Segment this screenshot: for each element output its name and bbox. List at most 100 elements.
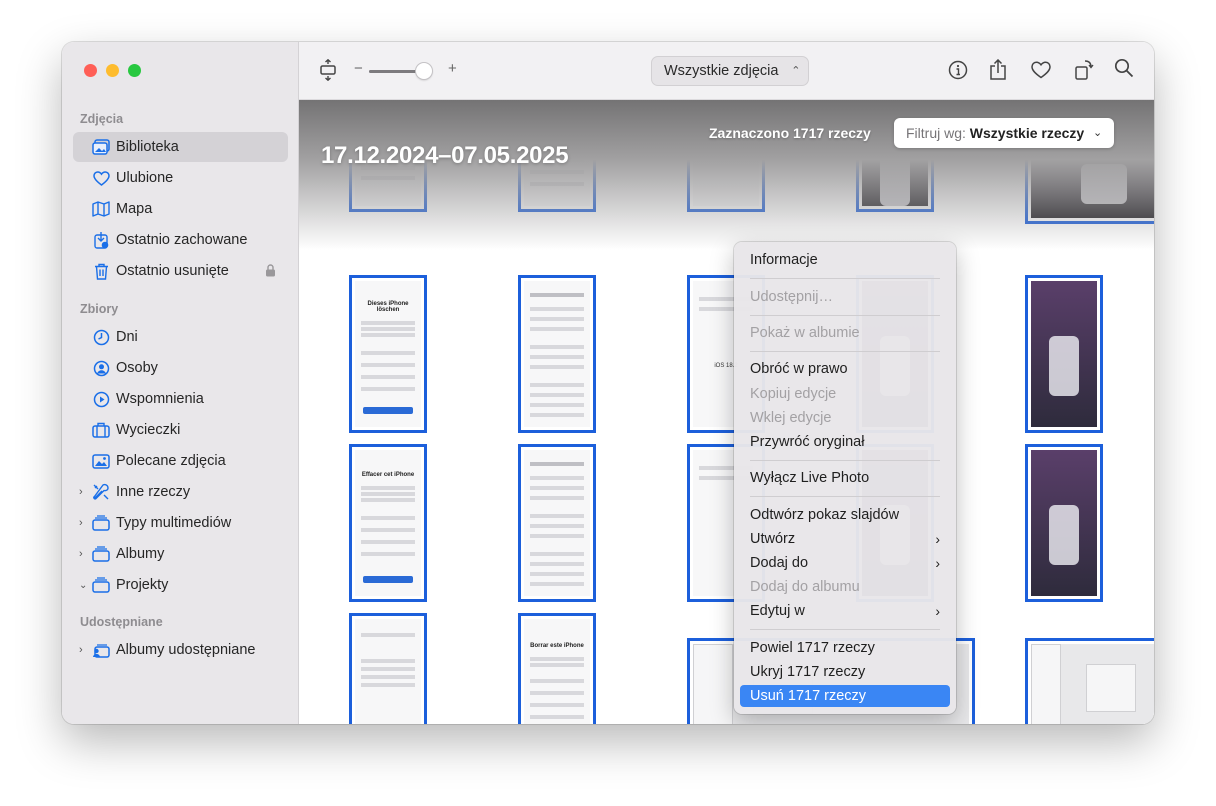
photo-thumbnail[interactable] [1025, 638, 1154, 724]
window-controls [84, 64, 141, 77]
zoom-slider-knob[interactable] [416, 63, 432, 79]
sidebar-item-label: Mapa [116, 201, 153, 217]
lock-icon [265, 264, 276, 281]
photo-thumbnail[interactable] [518, 444, 596, 602]
menu-item-label: Utwórz [750, 531, 796, 547]
menu-item-delete[interactable]: Usuń 1717 rzeczy [740, 685, 950, 707]
menu-item-show-in-album: Pokaż w albumie [750, 325, 860, 341]
zoom-in-button[interactable]: + [448, 60, 457, 77]
menu-item-label: Edytuj w [750, 603, 805, 619]
photo-library-icon [91, 137, 111, 157]
chevron-right-icon[interactable]: › [79, 517, 89, 529]
stack-folder-icon [91, 544, 111, 564]
section-shared: Udostępniane [80, 615, 163, 629]
sidebar-item-trips[interactable]: Wycieczki [73, 415, 288, 445]
minimize-window-button[interactable] [106, 64, 119, 77]
chevron-right-icon[interactable]: › [79, 486, 89, 498]
menu-item-info[interactable]: Informacje [740, 249, 950, 271]
thumbnail-heading: Effacer cet iPhone [361, 472, 415, 478]
photo-thumbnail[interactable]: Effacer cet iPhone [349, 444, 427, 602]
menu-separator [750, 351, 940, 352]
photo-thumbnail[interactable] [1025, 444, 1103, 602]
recently-saved-icon [91, 230, 111, 250]
thumbnail-heading: Dieses iPhone löschen [367, 301, 409, 313]
menu-item-disable-live-photo[interactable]: Wyłącz Live Photo [740, 467, 950, 489]
menu-item-rotate-right[interactable]: Obróć w prawo [740, 358, 950, 380]
sidebar-item-map[interactable]: Mapa [73, 194, 288, 224]
person-circle-icon [91, 358, 111, 378]
sidebar-item-memories[interactable]: Wspomnienia [73, 384, 288, 414]
sidebar-item-label: Dni [116, 329, 138, 345]
memories-play-icon [91, 389, 111, 409]
sidebar-item-label: Ostatnio zachowane [116, 232, 248, 248]
sidebar-item-people[interactable]: Osoby [73, 353, 288, 383]
favorite-button[interactable] [1029, 58, 1053, 82]
menu-item-duplicate[interactable]: Powiel 1717 rzeczy [740, 637, 950, 659]
sidebar-item-label: Osoby [116, 360, 158, 376]
search-icon [1114, 58, 1134, 83]
sidebar-item-label: Projekty [116, 577, 169, 593]
featured-photo-icon [91, 451, 111, 471]
suitcase-icon [91, 420, 111, 440]
stack-folder-icon [91, 513, 111, 533]
filter-dropdown[interactable]: Filtruj wg: Wszystkie rzeczy ⌄ [894, 118, 1115, 148]
zoom-out-button[interactable]: − [354, 60, 363, 77]
sidebar-item-recently-deleted[interactable]: Ostatnio usunięte [73, 256, 288, 286]
chevron-down-icon: ⌄ [1092, 127, 1103, 139]
view-select[interactable]: Wszystkie zdjęcia ⌃ [651, 56, 810, 86]
photo-thumbnail[interactable]: Borrar este iPhone [518, 613, 596, 724]
menu-item-create[interactable]: Utwórz › [740, 528, 950, 550]
section-collections: Zbiory [80, 302, 119, 316]
sidebar-item-label: Typy multimediów [116, 515, 232, 531]
menu-item-copy-edits: Kopiuj edycje [750, 386, 837, 402]
section-photos: Zdjęcia [80, 112, 124, 126]
photo-thumbnail[interactable] [518, 275, 596, 433]
menu-separator [750, 315, 940, 316]
menu-item-hide[interactable]: Ukryj 1717 rzeczy [740, 661, 950, 683]
photo-grid: 17.12.2024–07.05.2025 Zaznaczono 1717 rz… [299, 100, 1154, 724]
heart-icon [91, 168, 111, 188]
filter-label: Filtruj wg: [906, 125, 966, 141]
chevron-down-icon[interactable]: ⌄ [79, 580, 89, 591]
info-button[interactable] [946, 58, 970, 82]
clock-icon [91, 327, 111, 347]
menu-separator [750, 278, 940, 279]
chevron-right-icon[interactable]: › [79, 548, 89, 560]
menu-item-add-to-album: Dodaj do albumu [750, 579, 860, 595]
sidebar-item-media-types[interactable]: › Typy multimediów [73, 508, 288, 538]
menu-item-revert-original[interactable]: Przywróć oryginał [740, 431, 950, 453]
photo-thumbnail[interactable] [349, 613, 427, 724]
stack-folder-icon [91, 575, 111, 595]
rotate-button[interactable] [1072, 58, 1096, 82]
sidebar-item-featured[interactable]: Polecane zdjęcia [73, 446, 288, 476]
photo-thumbnail[interactable] [1025, 275, 1103, 433]
filter-value: Wszystkie rzeczy [969, 125, 1085, 141]
sidebar-item-recently-saved[interactable]: Ostatnio zachowane [73, 225, 288, 255]
sidebar-item-days[interactable]: Dni [73, 322, 288, 352]
sidebar-item-utilities[interactable]: › Inne rzeczy [73, 477, 288, 507]
up-down-chevron-icon: ⌃ [791, 65, 801, 77]
close-window-button[interactable] [84, 64, 97, 77]
share-button[interactable] [986, 58, 1010, 82]
sidebar-item-projects[interactable]: ⌄ Projekty [73, 570, 288, 600]
sidebar-item-label: Inne rzeczy [116, 484, 191, 500]
sidebar-item-shared-albums[interactable]: › Albumy udostępniane [73, 635, 288, 665]
thumbnail-heading: Borrar este iPhone [530, 643, 584, 649]
search-button[interactable] [1112, 58, 1136, 82]
sidebar-item-albums[interactable]: › Albumy [73, 539, 288, 569]
zoom-window-button[interactable] [128, 64, 141, 77]
map-icon [91, 199, 111, 219]
chevron-right-icon[interactable]: › [79, 644, 89, 656]
menu-item-add-to[interactable]: Dodaj do › [740, 552, 950, 574]
menu-separator [750, 629, 940, 630]
sidebar-item-favorites[interactable]: Ulubione [73, 163, 288, 193]
sidebar-item-label: Wycieczki [116, 422, 181, 438]
menu-item-edit-with[interactable]: Edytuj w › [740, 600, 950, 622]
shared-album-icon [91, 640, 111, 660]
aspect-toggle-button[interactable] [316, 58, 340, 82]
zoom-slider-fill [369, 70, 419, 73]
sidebar-item-label: Albumy [116, 546, 165, 562]
sidebar-item-library[interactable]: Biblioteka [73, 132, 288, 162]
menu-item-slideshow[interactable]: Odtwórz pokaz slajdów [740, 504, 950, 526]
photo-thumbnail[interactable]: Dieses iPhone löschen [349, 275, 427, 433]
